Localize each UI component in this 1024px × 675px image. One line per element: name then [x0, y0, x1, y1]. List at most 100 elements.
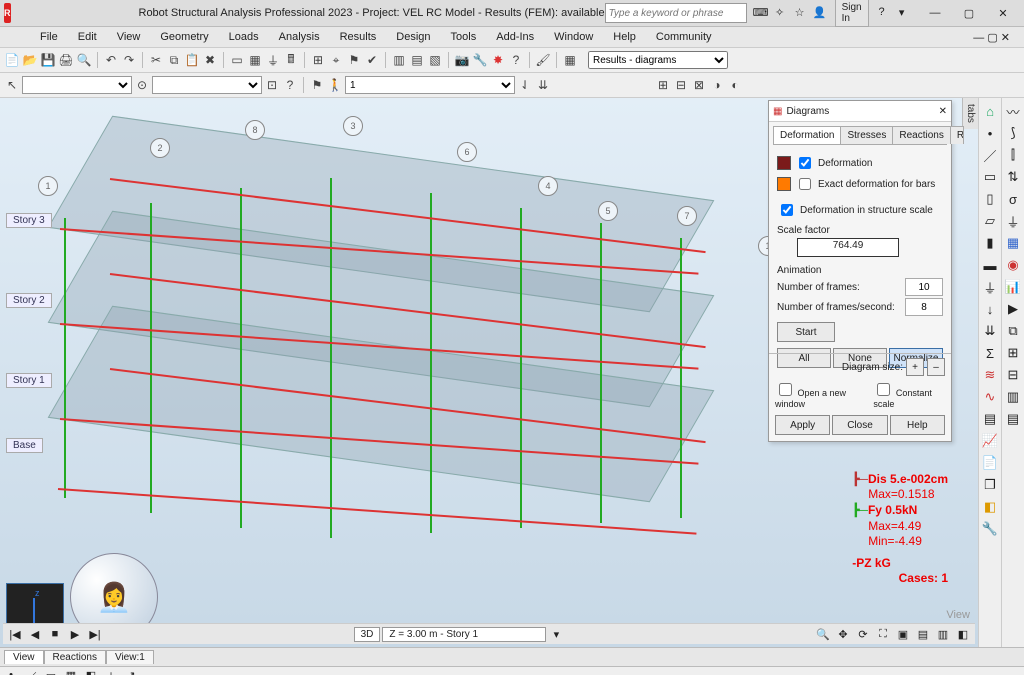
rt-moment-icon[interactable]: ⟆ — [1004, 124, 1022, 142]
chevron-down-icon[interactable]: ▾ — [548, 626, 564, 642]
menu-design[interactable]: Design — [386, 29, 440, 45]
tab-view1[interactable]: View:1 — [106, 650, 154, 664]
scale-factor-input[interactable]: 764.49 — [797, 238, 899, 257]
new-icon[interactable]: 📄 — [4, 52, 20, 68]
menu-results[interactable]: Results — [330, 29, 387, 45]
vtb-top-icon[interactable]: ▥ — [935, 626, 951, 642]
check-icon[interactable]: ✔ — [364, 52, 380, 68]
vtb-iso-icon[interactable]: ◧ — [955, 626, 971, 642]
size-minus-button[interactable]: – — [927, 358, 945, 376]
menu-file[interactable]: File — [30, 29, 68, 45]
rt-axial-icon[interactable]: ⇅ — [1004, 168, 1022, 186]
help-button[interactable]: Help — [890, 415, 945, 435]
rt-xtra1-icon[interactable]: ⧉ — [1004, 322, 1022, 340]
search-input[interactable] — [605, 3, 747, 23]
help2-icon[interactable]: ? — [508, 52, 524, 68]
sidebar-box-icon[interactable]: ◧ — [981, 498, 999, 516]
rt-diag-icon[interactable]: 📊 — [1004, 278, 1022, 296]
signin-button[interactable]: Sign In — [835, 0, 869, 27]
tab-reinf[interactable]: Reinf‹ — [950, 126, 964, 144]
copy-icon[interactable]: ⧉ — [166, 52, 182, 68]
load-tool1-icon[interactable]: ⇃ — [517, 77, 533, 93]
p-sec-icon[interactable]: ▦ — [64, 669, 78, 675]
question-icon[interactable]: ? — [282, 77, 298, 93]
cursor-icon[interactable]: ↖ — [4, 77, 20, 93]
wrench-icon[interactable]: 🔧 — [472, 52, 488, 68]
brush-icon[interactable]: 🖌 — [535, 52, 551, 68]
rt-xtra5-icon[interactable]: ▤ — [1004, 410, 1022, 428]
view-3d-button[interactable]: 3D — [354, 627, 381, 642]
menu-view[interactable]: View — [107, 29, 151, 45]
chk-new-window-wrap[interactable]: Open a new window — [775, 380, 865, 409]
bar-selector[interactable] — [152, 76, 262, 94]
cart-icon[interactable]: ✧ — [773, 6, 787, 20]
close-button[interactable]: ✕ — [986, 2, 1020, 24]
sidebar-report-icon[interactable]: 📄 — [981, 454, 999, 472]
support-icon[interactable]: ⏚ — [265, 52, 281, 68]
undo-icon[interactable]: ↶ — [103, 52, 119, 68]
sidebar-support-icon[interactable]: ⏚ — [981, 278, 999, 296]
tab-reactions[interactable]: Reactions — [44, 650, 106, 664]
sidebar-load-icon[interactable]: ↓ — [981, 300, 999, 318]
view1-icon[interactable]: ⊞ — [655, 77, 671, 93]
vtb-pan-icon[interactable]: ✥ — [835, 626, 851, 642]
view-story-selector[interactable]: Z = 3.00 m - Story 1 — [382, 627, 546, 642]
view4-icon[interactable]: ◑ — [709, 77, 725, 93]
rt-xtra3-icon[interactable]: ⊟ — [1004, 366, 1022, 384]
delete-icon[interactable]: ✖ — [202, 52, 218, 68]
apply-button[interactable]: Apply — [775, 415, 830, 435]
node-selector[interactable] — [22, 76, 132, 94]
sidebar-load2-icon[interactable]: ⇊ — [981, 322, 999, 340]
sidebar-node-icon[interactable]: • — [981, 124, 999, 142]
rt-anim-icon[interactable]: ▶ — [1004, 300, 1022, 318]
vtb-fit-icon[interactable]: ⛶ — [875, 626, 891, 642]
sidebar-home-icon[interactable]: ⌂ — [981, 102, 999, 120]
vtb-prev-icon[interactable]: |◀ — [7, 626, 23, 642]
chk-new-window[interactable] — [779, 383, 792, 396]
pick-bar-icon[interactable]: ⊡ — [264, 77, 280, 93]
p-node-icon[interactable]: • — [4, 669, 18, 675]
view3-icon[interactable]: ⊠ — [691, 77, 707, 93]
tab-deformation[interactable]: Deformation — [773, 126, 841, 144]
sidebar-layer-icon[interactable]: ❐ — [981, 476, 999, 494]
menu-community[interactable]: Community — [646, 29, 722, 45]
rt-stress-icon[interactable]: σ — [1004, 190, 1022, 208]
loadcase-selector[interactable]: 1 — [345, 76, 515, 94]
redo-icon[interactable]: ↷ — [121, 52, 137, 68]
sidebar-bar-icon[interactable]: ／ — [981, 146, 999, 164]
layout-selector[interactable]: Results - diagrams — [588, 51, 728, 69]
p-sup-icon[interactable]: ⏚ — [104, 669, 118, 675]
vtb-next-icon[interactable]: ▶| — [87, 626, 103, 642]
star-icon[interactable]: ☆ — [793, 6, 807, 20]
cascade-icon[interactable]: ▧ — [427, 52, 443, 68]
p-panel-icon[interactable]: ▭ — [44, 669, 58, 675]
p-arrow-icon[interactable]: ↗ — [124, 669, 138, 675]
sidebar-panel-icon[interactable]: ▭ — [981, 168, 999, 186]
chk-constant[interactable] — [877, 383, 890, 396]
tab-reactions[interactable]: Reactions — [892, 126, 950, 144]
man-icon[interactable]: ✸ — [490, 52, 506, 68]
menu-geometry[interactable]: Geometry — [150, 29, 218, 45]
chk-constant-wrap[interactable]: Constant scale — [873, 380, 945, 409]
preview-icon[interactable]: 🔍 — [76, 52, 92, 68]
screenshot-icon[interactable]: 📷 — [454, 52, 470, 68]
rt-iso-icon[interactable]: ◉ — [1004, 256, 1022, 274]
layout-icon[interactable]: ▦ — [562, 52, 578, 68]
fps-input[interactable] — [905, 298, 943, 316]
vtb-front-icon[interactable]: ▣ — [895, 626, 911, 642]
paste-icon[interactable]: 📋 — [184, 52, 200, 68]
sidebar-beam-icon[interactable]: ▬ — [981, 256, 999, 274]
sidebar-slab-icon[interactable]: ▱ — [981, 212, 999, 230]
load-tool2-icon[interactable]: ⇊ — [535, 77, 551, 93]
doc-window-controls[interactable]: — ▢ ✕ — [963, 29, 1020, 46]
close-button[interactable]: Close — [832, 415, 887, 435]
size-plus-button[interactable]: + — [906, 358, 924, 376]
vtb-zoom-icon[interactable]: 🔍 — [815, 626, 831, 642]
menu-edit[interactable]: Edit — [68, 29, 107, 45]
sidebar-table-icon[interactable]: ▤ — [981, 410, 999, 428]
vtb-play-icon[interactable]: ◀ — [27, 626, 43, 642]
tab-view[interactable]: View — [4, 650, 44, 664]
grid-icon[interactable]: ⊞ — [310, 52, 326, 68]
window-icon[interactable]: ▥ — [391, 52, 407, 68]
section-icon[interactable]: ▭ — [229, 52, 245, 68]
